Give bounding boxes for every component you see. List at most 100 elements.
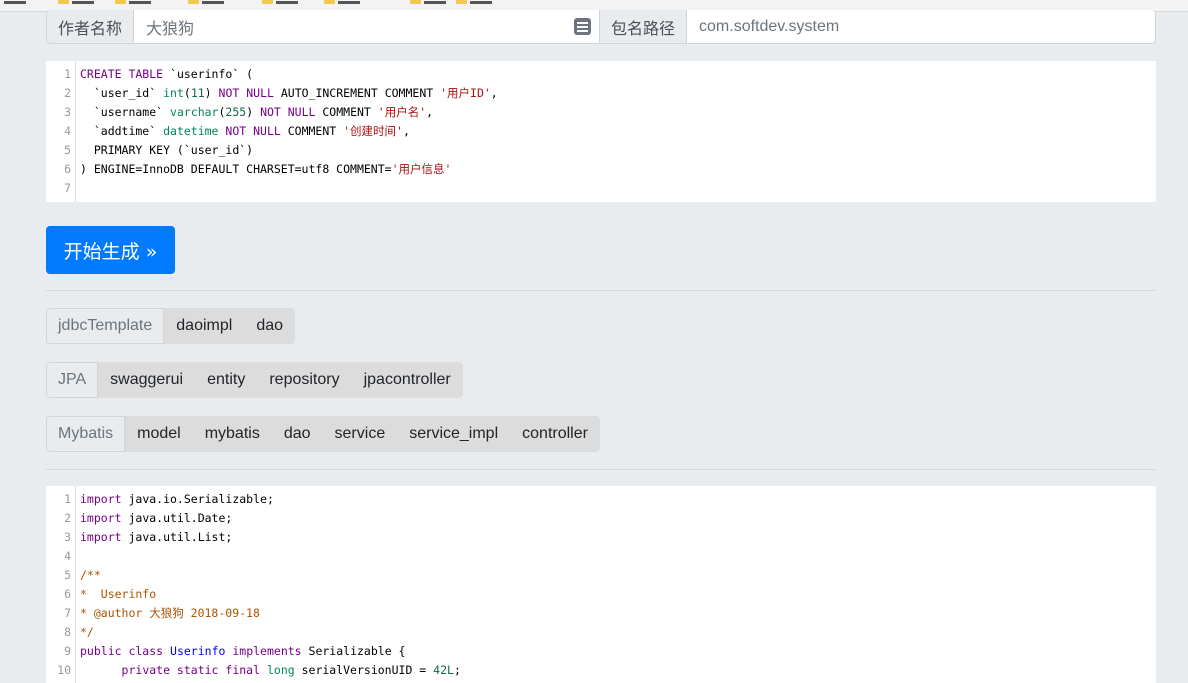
code-line: 3 import java.util.List;	[46, 528, 1156, 547]
code-token: /**	[80, 568, 101, 582]
output-editor[interactable]: 1 import java.io.Serializable; 2 import jav…	[46, 486, 1156, 683]
code-token: implements	[232, 644, 302, 658]
template-option-service-impl[interactable]: service_impl	[397, 416, 511, 452]
template-option-jpacontroller[interactable]: jpacontroller	[351, 362, 463, 398]
settings-form: 作者名称 大狼狗 包名路径 com.softdev.system	[46, 10, 1156, 44]
code-token: COMMENT	[315, 105, 378, 119]
code-token: `user_id`	[80, 86, 164, 100]
template-group-jpa: JPA swaggerui entity repository jpacontrolle…	[46, 362, 463, 398]
code-token: private static final	[121, 663, 261, 677]
folder-icon	[456, 0, 467, 4]
template-option-daoimpl[interactable]: daoimpl	[164, 308, 245, 344]
code-line: 7 * @author 大狼狗 2018-09-18	[46, 604, 1156, 623]
template-group-jdbctemplate: jdbcTemplate daoimpl dao	[46, 308, 296, 344]
code-token: '用户名'	[377, 105, 427, 119]
bookmark-folder[interactable]	[456, 0, 492, 6]
code-line: 4	[46, 547, 1156, 566]
code-token: int	[163, 86, 184, 100]
code-token: ,	[426, 105, 434, 119]
folder-icon	[324, 0, 335, 4]
line-code: `user_id` int(11) NOT NULL AUTO_INCREMEN…	[80, 84, 498, 103]
code-line: 5 PRIMARY KEY (`user_id`)	[46, 141, 1156, 160]
line-number: 3	[64, 530, 71, 544]
bookmark-folder[interactable]	[188, 0, 224, 6]
folder-icon	[262, 0, 273, 4]
line-number: 5	[64, 568, 71, 582]
code-line: 7	[46, 179, 1156, 198]
code-token: * @author 大狼狗 2018-09-18	[80, 606, 260, 620]
line-number: 5	[64, 143, 71, 157]
code-token: (	[183, 86, 191, 100]
line-number: 6	[64, 162, 71, 176]
code-token: '用户信息'	[391, 162, 452, 176]
code-token: Serializable {	[301, 644, 406, 658]
line-code: ) ENGINE=InnoDB DEFAULT CHARSET=utf8 COM…	[80, 160, 451, 179]
generate-button[interactable]: 开始生成 »	[46, 226, 175, 274]
template-option-model[interactable]: model	[125, 416, 193, 452]
line-code: CREATE TABLE `userinfo` (	[80, 65, 253, 84]
line-number: 7	[64, 606, 71, 620]
keyboard-icon[interactable]	[574, 18, 592, 35]
code-line: 6 ) ENGINE=InnoDB DEFAULT CHARSET=utf8 CO…	[46, 160, 1156, 179]
line-number: 2	[64, 511, 71, 525]
template-option-service[interactable]: service	[322, 416, 398, 452]
line-number: 3	[64, 105, 71, 119]
line-code: import java.util.Date;	[80, 509, 232, 528]
line-code: PRIMARY KEY (`user_id`)	[80, 141, 253, 160]
code-token: NOT NULL	[225, 124, 281, 138]
code-token: java.util.Date;	[121, 511, 233, 525]
group-label: JPA	[46, 362, 99, 398]
line-number: 10	[57, 663, 71, 677]
bookmark-folder[interactable]	[324, 0, 360, 6]
bookmark-folder[interactable]	[262, 0, 298, 6]
code-line: 1 import java.io.Serializable;	[46, 490, 1156, 509]
code-token: '用户ID'	[440, 86, 491, 100]
folder-icon	[188, 0, 199, 4]
template-option-mybatis[interactable]: mybatis	[192, 416, 272, 452]
template-option-repository[interactable]: repository	[257, 362, 352, 398]
code-line: 4 `addtime` datetime NOT NULL COMMENT '创…	[46, 122, 1156, 141]
bookmark-folder[interactable]	[115, 0, 151, 6]
sql-editor[interactable]: 1 CREATE TABLE `userinfo` (2 `user_id` in…	[46, 61, 1156, 202]
code-line: 2 `user_id` int(11) NOT NULL AUTO_INCREM…	[46, 84, 1156, 103]
template-option-controller[interactable]: controller	[510, 416, 600, 452]
line-code: /**	[80, 566, 101, 585]
code-token: 42L	[433, 663, 454, 677]
code-token: COMMENT	[280, 124, 344, 138]
line-number: 6	[64, 587, 71, 601]
line-code: * Userinfo	[80, 585, 156, 604]
code-line: 5 /**	[46, 566, 1156, 585]
code-token: long	[266, 663, 295, 677]
line-code: public class Userinfo implements Seriali…	[80, 642, 405, 661]
divider	[46, 290, 1156, 291]
template-option-dao[interactable]: dao	[271, 416, 323, 452]
code-token: 11	[190, 86, 205, 100]
group-label: jdbcTemplate	[46, 308, 165, 344]
bookmark-item[interactable]	[4, 0, 26, 6]
line-code: * @author 大狼狗 2018-09-18	[80, 604, 260, 623]
package-input[interactable]: com.softdev.system	[687, 10, 1156, 44]
code-token: import	[80, 511, 122, 525]
template-option-swaggerui[interactable]: swaggerui	[98, 362, 196, 398]
code-token: */	[80, 625, 94, 639]
author-input[interactable]: 大狼狗	[134, 10, 601, 44]
folder-icon	[410, 0, 421, 4]
code-token: java.util.List;	[121, 530, 233, 544]
code-token: NOT NULL	[260, 105, 316, 119]
bookmark-folder[interactable]	[410, 0, 446, 6]
code-token: `username`	[80, 105, 171, 119]
folder-icon	[58, 0, 69, 4]
code-token: * Userinfo	[80, 587, 157, 601]
author-value: 大狼狗	[146, 20, 195, 38]
bookmark-folder[interactable]	[58, 0, 94, 6]
line-number: 4	[64, 124, 71, 138]
template-option-dao[interactable]: dao	[244, 308, 296, 344]
code-token: Userinfo	[170, 644, 226, 658]
group-label: Mybatis	[46, 416, 126, 452]
line-code: private static final long serialVersionU…	[80, 661, 461, 680]
code-token: import	[80, 492, 122, 506]
folder-icon	[115, 0, 126, 4]
template-option-entity[interactable]: entity	[195, 362, 258, 398]
